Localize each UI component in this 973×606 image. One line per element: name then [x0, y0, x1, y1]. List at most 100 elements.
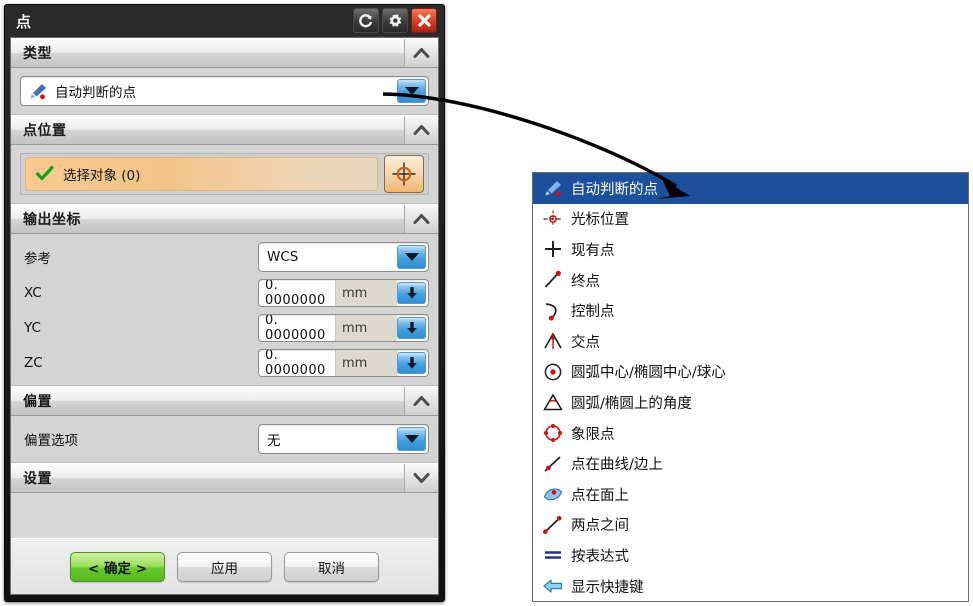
- reset-button[interactable]: [353, 8, 379, 33]
- point-pick-button[interactable]: [384, 155, 424, 193]
- reference-value: WCS: [267, 249, 299, 265]
- zc-unit: mm: [335, 350, 397, 376]
- type-combo[interactable]: 自动判断的点: [20, 76, 429, 106]
- select-object-row[interactable]: 选择对象 (0): [25, 157, 378, 191]
- list-item-arc-center[interactable]: 圆弧中心/椭圆中心/球心: [533, 357, 968, 388]
- offset-option-value: 无: [267, 433, 281, 449]
- list-item-between-two-points[interactable]: 两点之间: [533, 510, 968, 541]
- screenshot-root: 点 类型 自动判断的点 点位置 选择对象 (0) 输出坐标 参考 WCS XC …: [0, 0, 973, 606]
- ok-button[interactable]: < 确定 >: [70, 551, 165, 582]
- section-header-output-coordinates[interactable]: 输出坐标: [11, 204, 438, 234]
- xc-field[interactable]: 0. 0000000 mm: [258, 279, 429, 307]
- arrow-down-icon: [406, 322, 417, 334]
- chevron-up-icon: [413, 396, 430, 406]
- list-item-existing-point[interactable]: 现有点: [533, 234, 968, 265]
- section-collapse-output-coordinates[interactable]: [404, 205, 438, 233]
- yc-label: YC: [24, 320, 41, 336]
- offset-option-combo[interactable]: 无: [258, 424, 429, 454]
- chevron-up-icon: [413, 214, 430, 224]
- quadrant-point-icon: [539, 422, 567, 444]
- xc-value: 0. 0000000: [265, 279, 326, 307]
- reference-row: 参考 WCS: [20, 242, 429, 272]
- section-collapse-type[interactable]: [404, 39, 438, 67]
- zc-spinner[interactable]: [397, 352, 426, 374]
- yc-unit: mm: [335, 315, 397, 341]
- list-item-point-on-face[interactable]: 点在面上: [533, 479, 968, 510]
- point-dialog: 点 类型 自动判断的点 点位置 选择对象 (0) 输出坐标 参考 WCS XC …: [4, 4, 445, 602]
- list-item-control-point[interactable]: 控制点: [533, 295, 968, 326]
- list-item-quadrant-point[interactable]: 象限点: [533, 418, 968, 449]
- type-combo-value: 自动判断的点: [55, 85, 136, 101]
- coordinate-row-yc: YC 0. 0000000 mm: [20, 314, 429, 342]
- offset-option-label: 偏置选项: [24, 433, 78, 449]
- list-item-label: 交点: [571, 334, 600, 351]
- zc-field[interactable]: 0. 0000000 mm: [258, 349, 429, 377]
- section-collapse-point-location[interactable]: [404, 116, 438, 144]
- dialog-title: 点: [16, 12, 32, 31]
- section-collapse-settings[interactable]: [404, 464, 438, 492]
- yc-value: 0. 0000000: [265, 314, 326, 342]
- section-body-output-coordinates: 参考 WCS XC 0. 0000000 mm YC 0. 0000000 mm…: [11, 234, 438, 386]
- list-item-label: 按表达式: [571, 548, 629, 565]
- list-item-intersection-point[interactable]: 交点: [533, 326, 968, 357]
- offset-option-combo-arrow[interactable]: [397, 427, 426, 451]
- arrow-down-icon: [406, 357, 417, 369]
- coordinate-row-zc: ZC 0. 0000000 mm: [20, 349, 429, 377]
- point-on-curve-icon: [539, 453, 567, 475]
- chevron-down-icon: [413, 473, 430, 483]
- gear-icon: [389, 13, 402, 27]
- arrow-down-icon: [406, 287, 417, 299]
- coordinate-row-xc: XC 0. 0000000 mm: [20, 279, 429, 307]
- dialog-titlebar: 点: [10, 5, 439, 37]
- cursor-location-icon: [539, 208, 567, 230]
- section-header-offset[interactable]: 偏置: [11, 386, 438, 416]
- xc-spinner[interactable]: [397, 282, 426, 304]
- chevron-down-icon: [404, 435, 419, 443]
- green-check-icon: [36, 166, 54, 181]
- list-item-end-point[interactable]: 终点: [533, 265, 968, 296]
- section-title-output-coordinates: 输出坐标: [23, 212, 81, 228]
- list-item-point-on-curve[interactable]: 点在曲线/边上: [533, 448, 968, 479]
- yc-field[interactable]: 0. 0000000 mm: [258, 314, 429, 342]
- settings-button[interactable]: [382, 8, 408, 33]
- close-icon: [417, 14, 431, 27]
- list-item-arc-angle[interactable]: 圆弧/椭圆上的角度: [533, 387, 968, 418]
- section-body-point-location: 选择对象 (0): [11, 145, 438, 204]
- section-header-settings[interactable]: 设置: [11, 463, 438, 493]
- chevron-down-icon: [404, 253, 419, 261]
- apply-button[interactable]: 应用: [177, 551, 272, 582]
- control-point-icon: [539, 300, 567, 322]
- inferred-point-icon: [539, 177, 567, 199]
- dialog-button-bar: < 确定 > 应用 取消: [11, 538, 438, 594]
- section-body-type: 自动判断的点: [11, 68, 438, 115]
- show-shortcuts-icon: [539, 575, 567, 597]
- section-body-offset: 偏置选项 无: [11, 416, 438, 463]
- point-on-face-icon: [539, 483, 567, 505]
- yc-spinner[interactable]: [397, 317, 426, 339]
- list-item-label: 圆弧中心/椭圆中心/球心: [571, 365, 726, 382]
- coordinate-grid: 参考 WCS XC 0. 0000000 mm YC 0. 0000000 mm…: [20, 242, 429, 377]
- arc-angle-icon: [539, 391, 567, 413]
- section-header-type[interactable]: 类型: [11, 38, 438, 68]
- list-item-by-expression[interactable]: 按表达式: [533, 540, 968, 571]
- select-object-label: 选择对象 (0): [63, 168, 141, 184]
- close-button[interactable]: [411, 8, 437, 33]
- chevron-down-icon: [404, 87, 419, 95]
- intersection-point-icon: [539, 330, 567, 352]
- by-expression-icon: [539, 544, 567, 566]
- existing-point-icon: [539, 238, 567, 260]
- list-item-inferred-point[interactable]: 自动判断的点: [533, 173, 968, 204]
- section-title-offset: 偏置: [23, 394, 52, 410]
- section-collapse-offset[interactable]: [404, 387, 438, 415]
- section-header-point-location[interactable]: 点位置: [11, 115, 438, 145]
- reference-combo-arrow[interactable]: [397, 245, 426, 269]
- type-combo-arrow[interactable]: [397, 79, 426, 103]
- list-item-cursor-location[interactable]: 光标位置: [533, 204, 968, 235]
- zc-value: 0. 0000000: [265, 349, 326, 377]
- list-item-label: 点在曲线/边上: [571, 457, 663, 474]
- dialog-body: 类型 自动判断的点 点位置 选择对象 (0) 输出坐标 参考 WCS XC 0.…: [10, 37, 439, 595]
- cancel-button[interactable]: 取消: [284, 551, 379, 582]
- list-item-show-shortcuts[interactable]: 显示快捷键: [533, 571, 968, 601]
- section-title-point-location: 点位置: [23, 123, 67, 139]
- reference-combo[interactable]: WCS: [258, 242, 429, 272]
